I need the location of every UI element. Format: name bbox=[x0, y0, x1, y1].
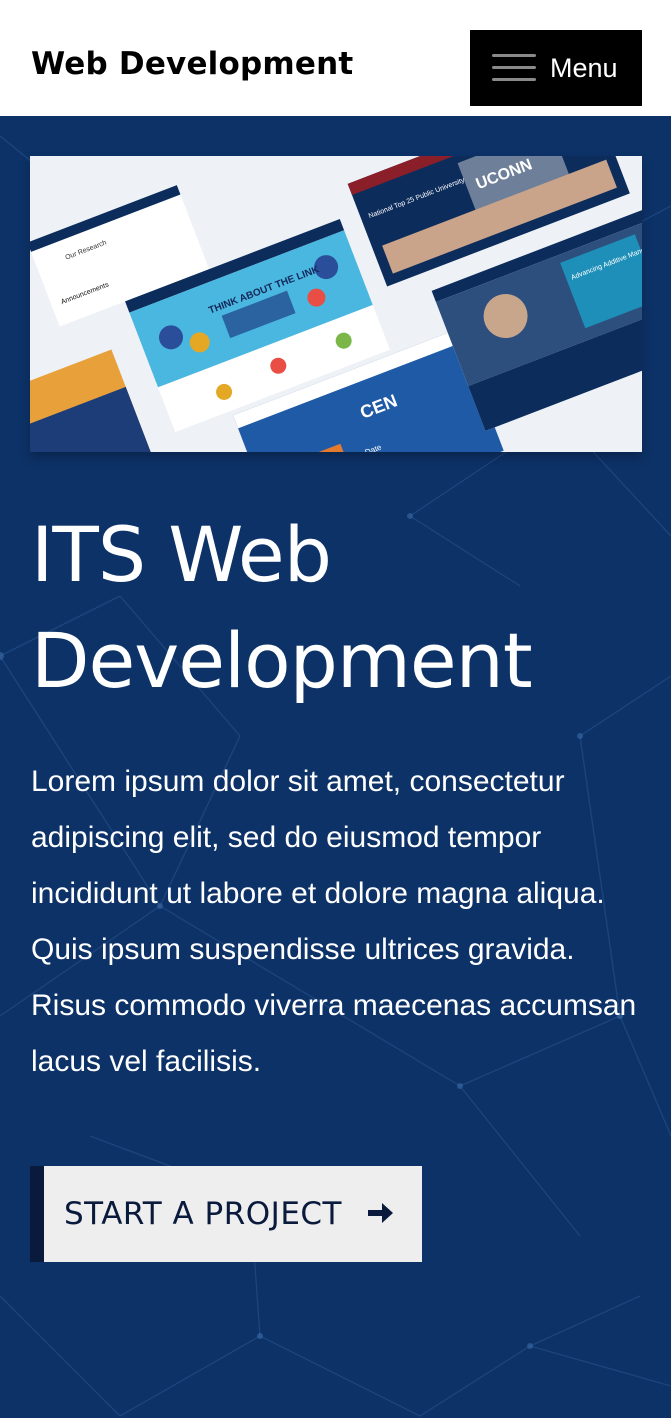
hamburger-icon bbox=[492, 54, 536, 82]
website-collage-illustration: Our Research Announcements THINK ABOUT T… bbox=[30, 156, 642, 452]
site-title[interactable]: Web Development bbox=[31, 44, 353, 84]
hero-image: Our Research Announcements THINK ABOUT T… bbox=[30, 156, 642, 452]
arrow-right-icon bbox=[368, 1203, 393, 1223]
start-project-label: START A PROJECT bbox=[64, 1196, 342, 1232]
hero-title: ITS Web Development bbox=[31, 510, 533, 705]
site-header: Web Development Menu bbox=[0, 0, 671, 116]
menu-button[interactable]: Menu bbox=[470, 30, 642, 106]
hero-section: Our Research Announcements THINK ABOUT T… bbox=[0, 116, 671, 1418]
menu-label: Menu bbox=[550, 53, 618, 83]
start-project-button[interactable]: START A PROJECT bbox=[30, 1166, 422, 1262]
hero-body-text: Lorem ipsum dolor sit amet, consectetur … bbox=[31, 765, 637, 1078]
